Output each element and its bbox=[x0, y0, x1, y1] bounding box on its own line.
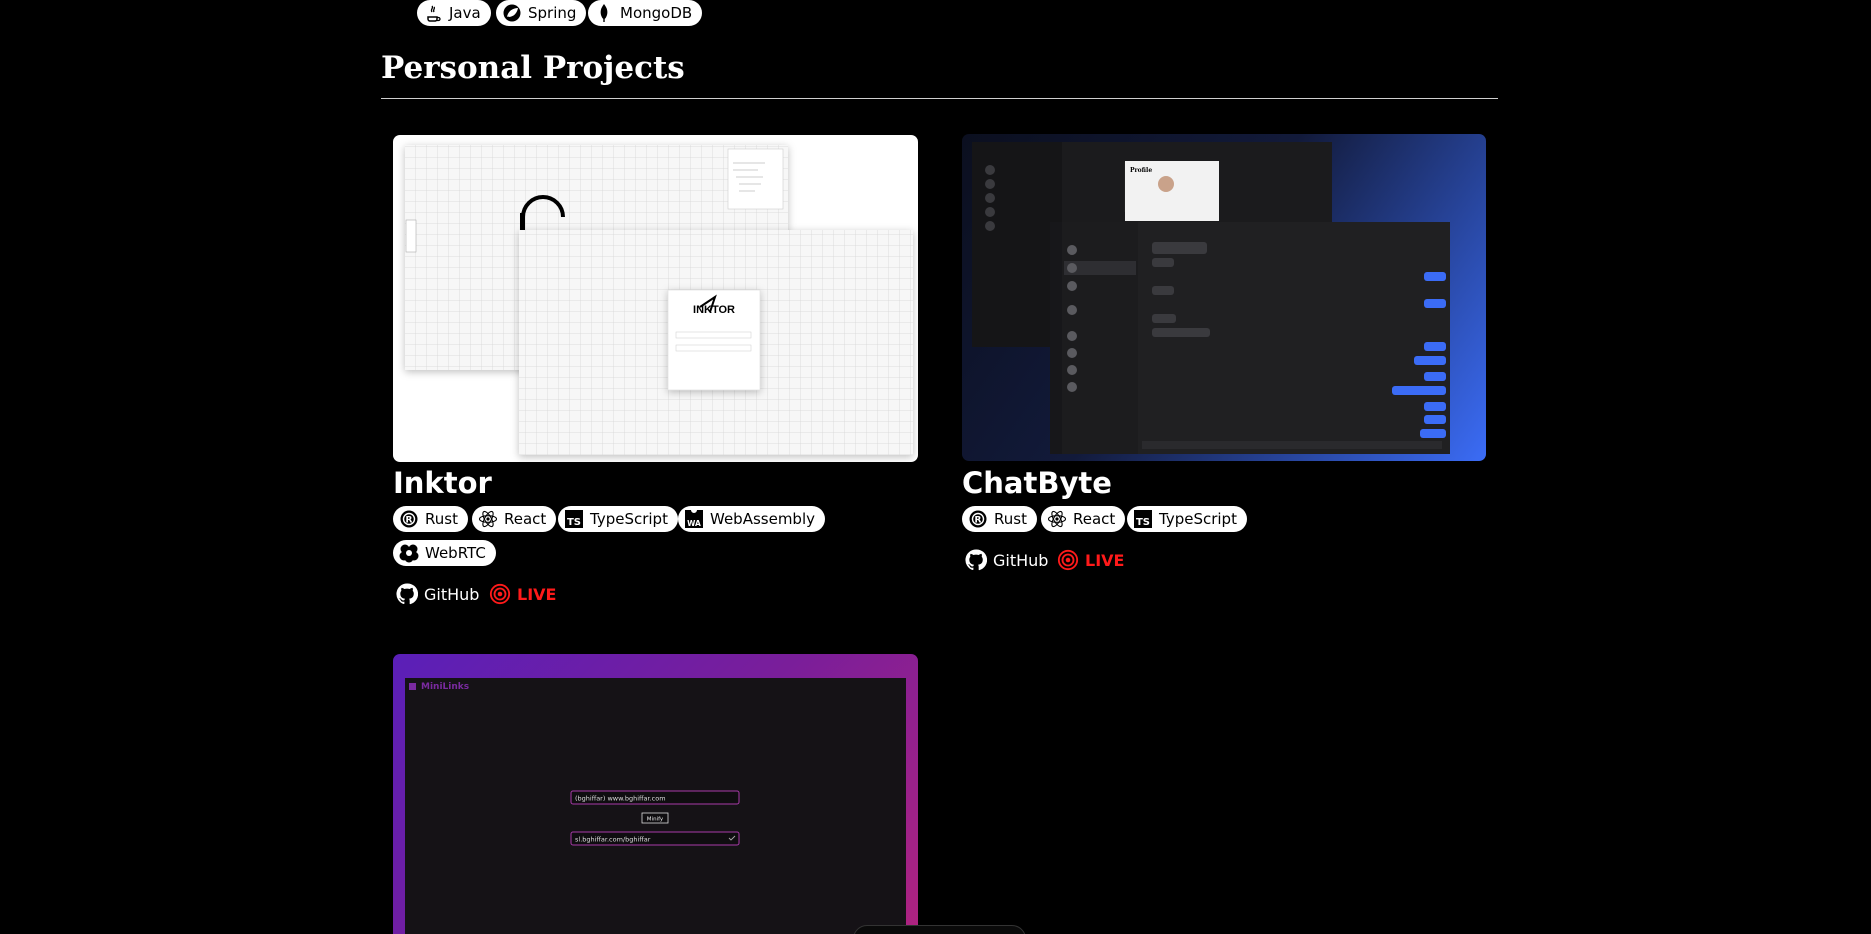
live-label: LIVE bbox=[1085, 550, 1125, 570]
tag-typescript: TS TypeScript bbox=[558, 506, 678, 532]
tag-label: React bbox=[504, 510, 547, 528]
github-label: GitHub bbox=[993, 550, 1049, 570]
webrtc-icon bbox=[399, 543, 419, 563]
project-title-inktor: Inktor bbox=[393, 466, 492, 500]
tag-label: React bbox=[1073, 510, 1116, 528]
inktor-logo-text: INKTOR bbox=[693, 304, 735, 316]
tag-webrtc: WebRTC bbox=[393, 540, 496, 566]
tag-java: Java bbox=[417, 0, 491, 26]
java-icon bbox=[423, 3, 443, 23]
github-label: GitHub bbox=[424, 584, 480, 604]
bottom-dock[interactable] bbox=[853, 925, 1026, 934]
tag-label: MongoDB bbox=[620, 4, 693, 22]
minilinks-app-name: MiniLinks bbox=[421, 682, 469, 692]
webassembly-icon: WA bbox=[684, 509, 704, 529]
svg-text:TS: TS bbox=[567, 517, 581, 528]
tag-label: TypeScript bbox=[1159, 510, 1237, 528]
chatbyte-preview-image: Profile bbox=[972, 142, 1450, 454]
tag-label: TypeScript bbox=[590, 510, 668, 528]
tag-label: Spring bbox=[528, 4, 577, 22]
rust-icon: R bbox=[968, 509, 988, 529]
tag-label: Java bbox=[449, 4, 481, 22]
minilinks-output-value: sl.bghiffar.com/bghiffar bbox=[575, 836, 651, 844]
live-label: LIVE bbox=[517, 584, 557, 604]
inktor-screenshot[interactable]: INKTOR bbox=[393, 135, 918, 462]
react-icon bbox=[478, 509, 498, 529]
minilinks-preview-image: MiniLinks (bghiffar) www.bghiffar.com Mi… bbox=[405, 678, 906, 934]
svg-text:R: R bbox=[406, 516, 413, 526]
rust-icon: R bbox=[399, 509, 419, 529]
svg-text:TS: TS bbox=[1136, 517, 1150, 528]
react-icon bbox=[1047, 509, 1067, 529]
tag-rust: R Rust bbox=[962, 506, 1037, 532]
project-title-chatbyte: ChatByte bbox=[962, 466, 1112, 500]
tag-typescript: TS TypeScript bbox=[1127, 506, 1247, 532]
typescript-icon: TS bbox=[1133, 509, 1153, 529]
typescript-icon: TS bbox=[564, 509, 584, 529]
svg-text:WA: WA bbox=[687, 519, 701, 528]
svg-text:R: R bbox=[975, 516, 982, 526]
tag-mongodb: MongoDB bbox=[588, 0, 703, 26]
section-title: Personal Projects bbox=[381, 50, 685, 86]
github-link-chatbyte[interactable]: GitHub bbox=[965, 549, 1048, 571]
live-link-chatbyte[interactable]: LIVE bbox=[1057, 549, 1124, 571]
github-link-inktor[interactable]: GitHub bbox=[396, 583, 479, 605]
tag-rust: R Rust bbox=[393, 506, 468, 532]
spring-icon bbox=[502, 3, 522, 23]
inktor-preview-image: INKTOR bbox=[405, 145, 913, 455]
tag-webassembly: WA WebAssembly bbox=[678, 506, 825, 532]
live-link-inktor[interactable]: LIVE bbox=[489, 583, 556, 605]
tag-label: Rust bbox=[425, 510, 458, 528]
chatbyte-screenshot[interactable]: Profile bbox=[962, 134, 1486, 461]
tag-spring: Spring bbox=[496, 0, 587, 26]
tag-label: WebAssembly bbox=[710, 510, 815, 528]
tag-label: WebRTC bbox=[425, 544, 486, 562]
minilinks-screenshot[interactable]: MiniLinks (bghiffar) www.bghiffar.com Mi… bbox=[393, 654, 918, 934]
tag-react: React bbox=[472, 506, 557, 532]
github-icon bbox=[396, 583, 418, 605]
minilinks-minify-button: Minify bbox=[647, 817, 664, 823]
minilinks-input-value: (bghiffar) www.bghiffar.com bbox=[575, 795, 666, 803]
section-divider bbox=[381, 98, 1498, 99]
live-target-icon bbox=[1057, 549, 1079, 571]
mongodb-icon bbox=[594, 3, 614, 23]
tag-react: React bbox=[1041, 506, 1126, 532]
github-icon bbox=[965, 549, 987, 571]
live-target-icon bbox=[489, 583, 511, 605]
tag-label: Rust bbox=[994, 510, 1027, 528]
chatbyte-profile-title: Profile bbox=[1130, 167, 1152, 174]
